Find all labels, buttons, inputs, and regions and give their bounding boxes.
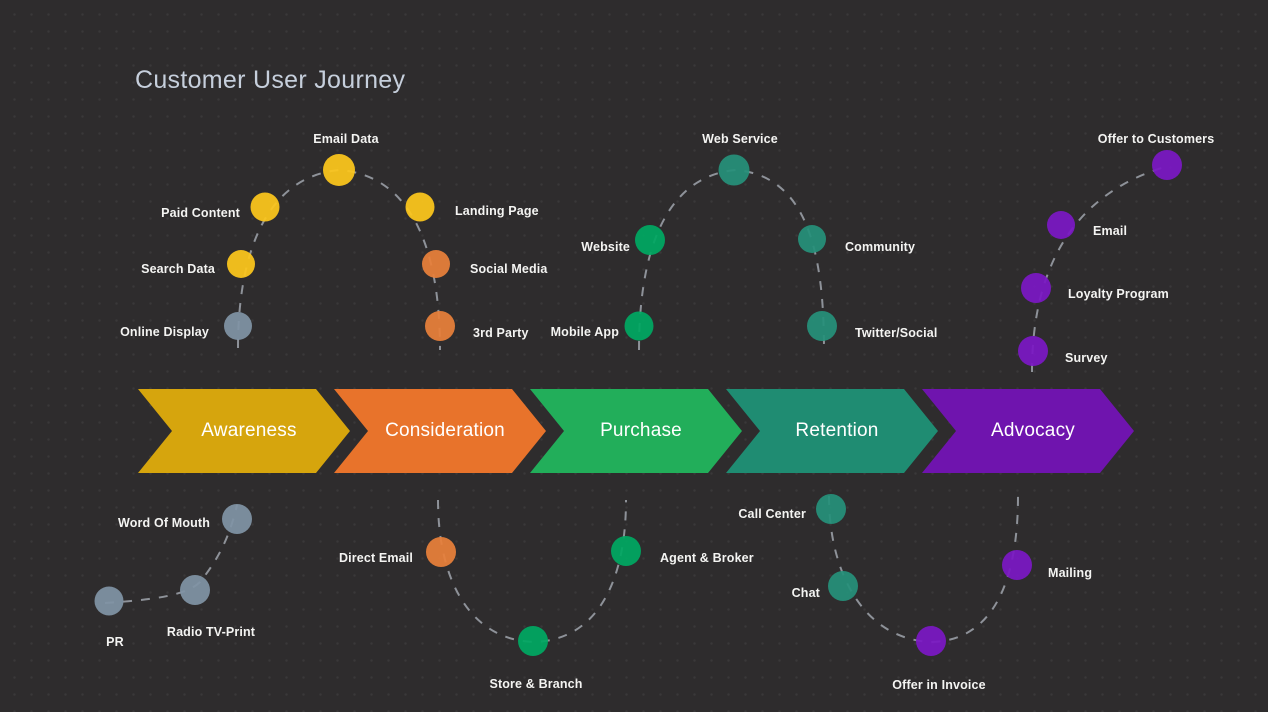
journey-node-community[interactable]: [798, 225, 826, 253]
journey-node-website[interactable]: [635, 225, 665, 255]
journey-node-chat[interactable]: [828, 571, 858, 601]
journey-node-mobile-app[interactable]: [624, 311, 654, 341]
node-label: Radio TV-Print: [166, 625, 256, 639]
node-label: 3rd Party: [473, 326, 529, 340]
journey-node-email[interactable]: [1047, 211, 1075, 239]
journey-node-store-branch[interactable]: [518, 626, 548, 656]
journey-node-twitter-social[interactable]: [807, 311, 837, 341]
journey-node-offer-to-customers[interactable]: [1152, 150, 1182, 180]
journey-node-agent-broker[interactable]: [611, 536, 641, 566]
node-label: Web Service: [702, 132, 778, 146]
node-label: Word Of Mouth: [118, 516, 210, 530]
node-label: PR: [106, 635, 124, 649]
journey-node-offer-in-invoice[interactable]: [916, 626, 946, 656]
node-label: Mobile App: [550, 325, 619, 339]
node-label: Social Media: [470, 262, 548, 276]
node-label: Email: [1093, 224, 1128, 238]
journey-node-landing-page[interactable]: [405, 192, 435, 222]
node-label: Chat: [791, 586, 820, 600]
journey-node-mailing[interactable]: [1002, 550, 1032, 580]
node-label: Search Data: [141, 262, 215, 276]
journey-node-word-of-mouth[interactable]: [222, 504, 252, 534]
journey-node-pr[interactable]: [94, 586, 124, 616]
node-label: Online Display: [120, 325, 209, 339]
node-label: Landing Page: [455, 204, 539, 218]
node-label: Mailing: [1048, 566, 1093, 580]
node-label: Community: [845, 240, 916, 254]
journey-node-call-center[interactable]: [816, 494, 846, 524]
journey-node-loyalty-program[interactable]: [1021, 273, 1051, 303]
node-label: Email Data: [313, 132, 379, 146]
journey-diagram-canvas: Customer User Journey Awareness Considera…: [0, 0, 1268, 712]
journey-node-social-media[interactable]: [422, 250, 450, 278]
journey-node-paid-content[interactable]: [250, 192, 280, 222]
node-label: Agent & Broker: [660, 551, 754, 565]
journey-node-radio-tv-print[interactable]: [180, 575, 210, 605]
journey-node-direct-email[interactable]: [426, 537, 456, 567]
node-label: Direct Email: [338, 551, 413, 565]
node-label: Loyalty Program: [1068, 287, 1169, 301]
node-label: Store & Branch: [489, 677, 583, 691]
journey-node-survey[interactable]: [1018, 336, 1048, 366]
journey-node-web-service[interactable]: [718, 154, 750, 186]
node-label: Offer in Invoice: [892, 678, 986, 692]
journey-node-3rd-party[interactable]: [425, 311, 455, 341]
node-label: Website: [581, 240, 630, 254]
node-label: Call Center: [738, 507, 806, 521]
node-label: Twitter/Social: [855, 326, 938, 340]
node-label: Offer to Customers: [1097, 132, 1215, 146]
journey-node-email-data[interactable]: [323, 154, 355, 186]
journey-node-search-data[interactable]: [227, 250, 255, 278]
journey-node-online-display[interactable]: [224, 312, 252, 340]
node-label: Paid Content: [161, 206, 240, 220]
node-label: Survey: [1065, 351, 1108, 365]
